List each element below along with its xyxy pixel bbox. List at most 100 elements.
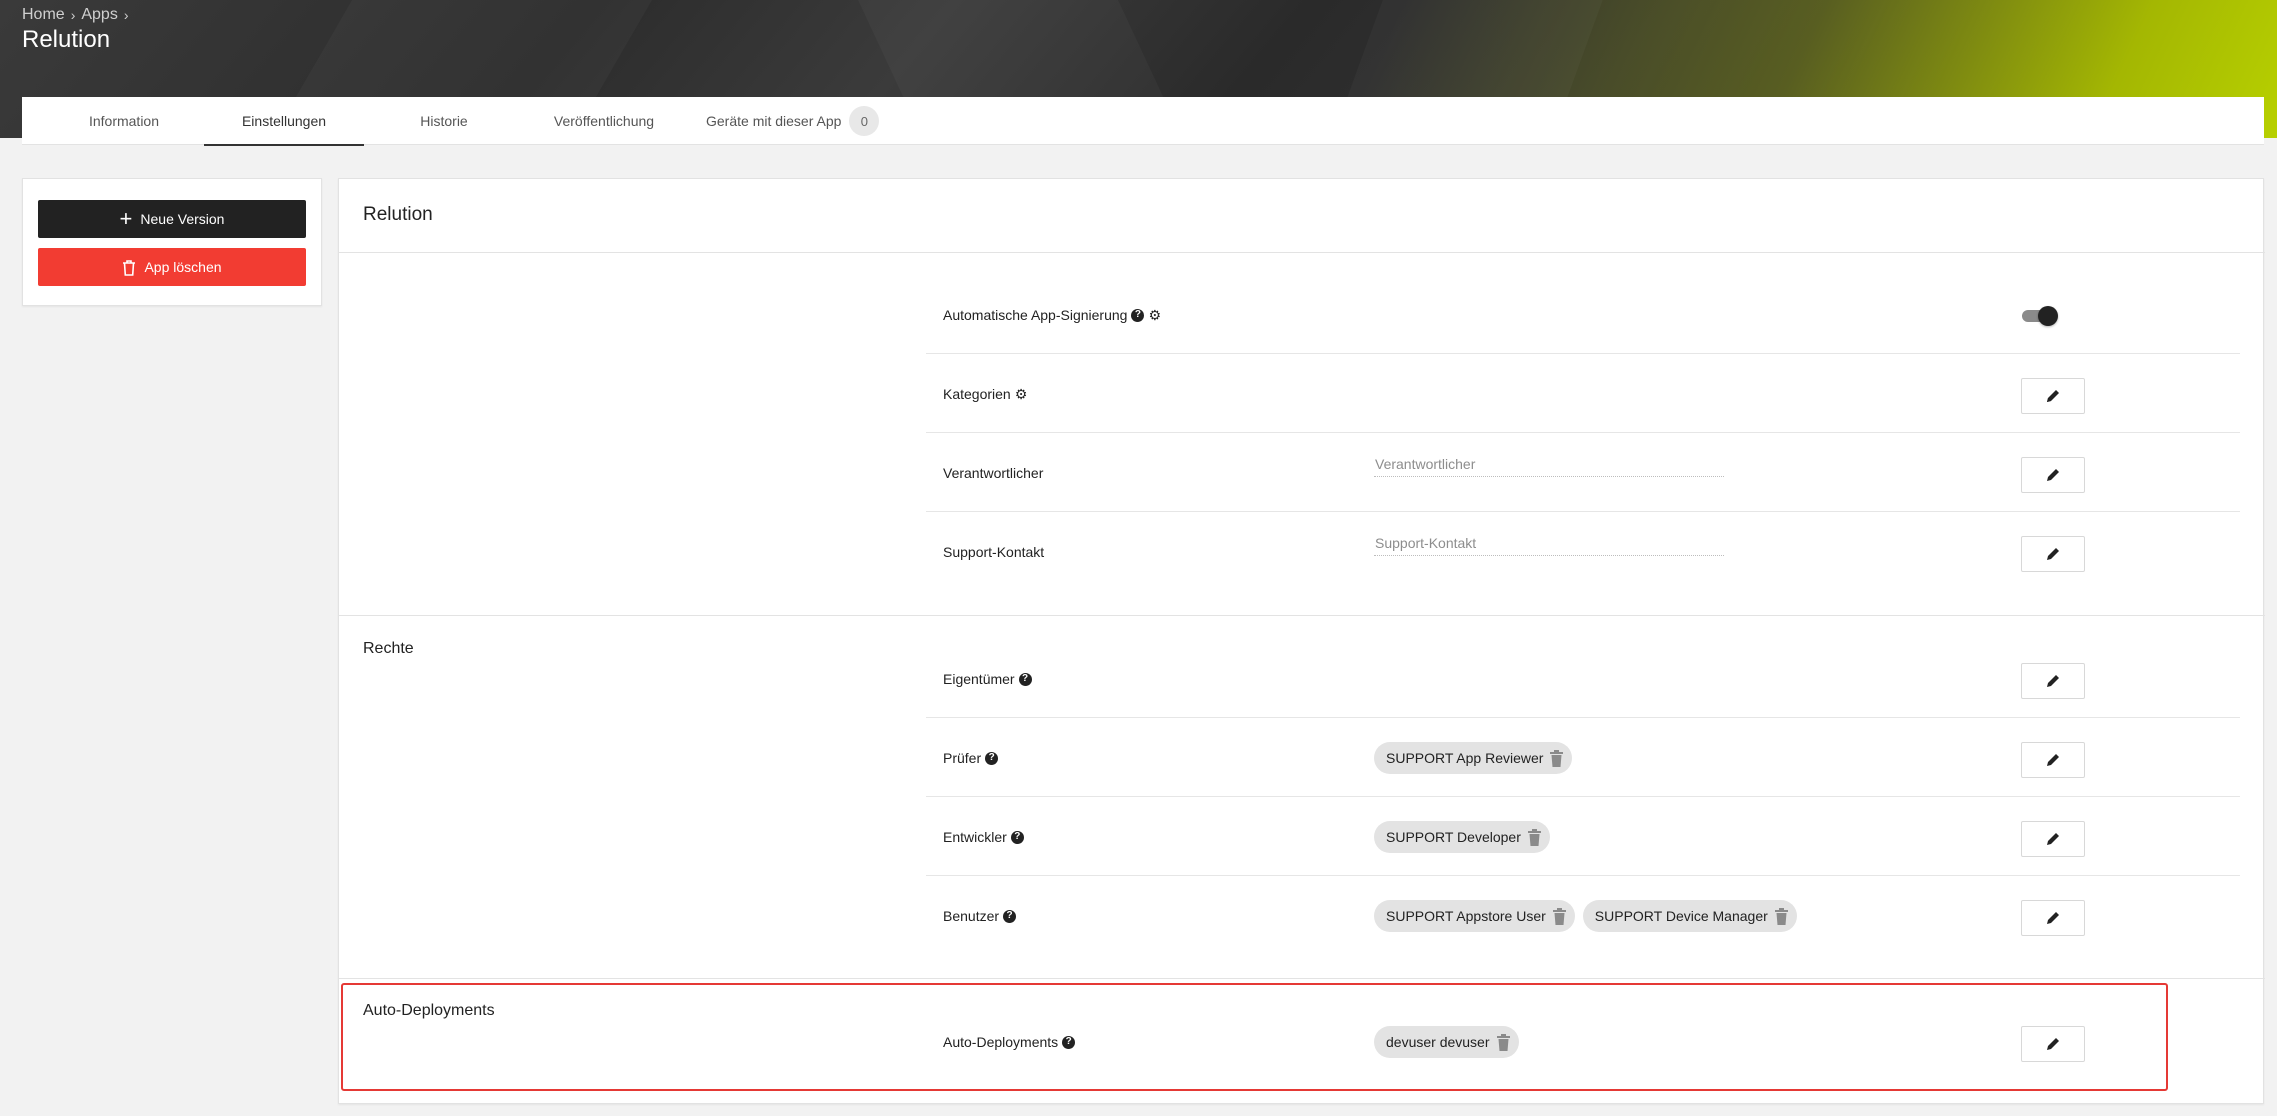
- tab-label: Geräte mit dieser App: [706, 113, 842, 129]
- chevron-right-icon: ›: [123, 7, 129, 23]
- page-title: Relution: [22, 26, 111, 53]
- pencil-icon: [2047, 390, 2059, 402]
- pencil-icon: [2047, 1038, 2059, 1050]
- plus-icon: +: [119, 206, 133, 231]
- help-icon[interactable]: ?: [1018, 672, 1032, 686]
- owner-row: Eigentümer ?: [943, 669, 1032, 689]
- user-chips: SUPPORT Appstore User SUPPORT Device Man…: [1374, 900, 1797, 932]
- support-input[interactable]: [1374, 530, 1724, 556]
- pencil-icon: [2047, 548, 2059, 560]
- auto-signing-label: Automatische App-Signierung: [943, 307, 1128, 323]
- row-divider: [926, 717, 2240, 718]
- user-chip: devuser devuser: [1374, 1026, 1519, 1058]
- actions-panel: + Neue Version App löschen: [22, 178, 322, 306]
- breadcrumb: Home › Apps ›: [22, 6, 129, 24]
- row-divider: [926, 353, 2240, 354]
- auto-signing-toggle[interactable]: [2020, 304, 2060, 328]
- support-row: Support-Kontakt: [943, 542, 1044, 562]
- tab-label: Historie: [420, 113, 468, 129]
- responsible-input[interactable]: [1374, 451, 1724, 477]
- trash-icon: [123, 259, 136, 276]
- developer-row: Entwickler ?: [943, 827, 1024, 847]
- categories-label: Kategorien: [943, 386, 1011, 402]
- trash-icon[interactable]: [1774, 907, 1789, 925]
- tab-veroeffentlichung[interactable]: Veröffentlichung: [524, 97, 684, 145]
- edit-responsible-button[interactable]: [2021, 457, 2085, 493]
- row-divider: [926, 511, 2240, 512]
- tab-historie[interactable]: Historie: [364, 97, 524, 145]
- row-divider: [926, 796, 2240, 797]
- delete-app-label: App löschen: [144, 259, 222, 275]
- breadcrumb-apps[interactable]: Apps: [81, 6, 117, 24]
- support-label: Support-Kontakt: [943, 544, 1045, 560]
- chip-label: SUPPORT Developer: [1386, 829, 1521, 845]
- help-icon[interactable]: ?: [1010, 830, 1024, 844]
- auto-deployments-row: Auto-Deployments ?: [943, 1032, 1076, 1052]
- help-icon[interactable]: ?: [1062, 1035, 1076, 1049]
- auto-deployments-section-title: Auto-Deployments: [363, 1002, 495, 1019]
- rights-section-title: Rechte: [363, 640, 414, 657]
- developer-label: Entwickler: [943, 829, 1007, 845]
- row-divider: [926, 875, 2240, 876]
- auto-deployments-label: Auto-Deployments: [943, 1034, 1059, 1050]
- role-chip: SUPPORT Developer: [1374, 821, 1550, 853]
- trash-icon[interactable]: [1549, 749, 1564, 767]
- device-count-badge: 0: [849, 106, 880, 136]
- breadcrumb-home[interactable]: Home: [22, 6, 65, 24]
- edit-owner-button[interactable]: [2021, 663, 2085, 699]
- pencil-icon: [2047, 833, 2059, 845]
- chip-label: SUPPORT App Reviewer: [1386, 750, 1544, 766]
- tab-information[interactable]: Information: [44, 97, 204, 145]
- tab-bar: Information Einstellungen Historie Veröf…: [22, 97, 2264, 146]
- edit-categories-button[interactable]: [2021, 378, 2085, 414]
- gear-icon[interactable]: ⚙: [1148, 308, 1161, 322]
- trash-icon[interactable]: [1527, 828, 1542, 846]
- delete-app-button[interactable]: App löschen: [38, 248, 306, 286]
- help-icon[interactable]: ?: [1003, 909, 1017, 923]
- chip-label: devuser devuser: [1386, 1034, 1490, 1050]
- chip-label: SUPPORT Appstore User: [1386, 908, 1546, 924]
- role-chip: SUPPORT App Reviewer: [1374, 742, 1573, 774]
- reviewer-row: Prüfer ?: [943, 748, 999, 768]
- pencil-icon: [2047, 754, 2059, 766]
- edit-user-button[interactable]: [2021, 900, 2085, 936]
- edit-developer-button[interactable]: [2021, 821, 2085, 857]
- section-divider: [339, 615, 2265, 616]
- auto-signing-row: Automatische App-Signierung ? ⚙: [943, 305, 1161, 325]
- gear-icon[interactable]: ⚙: [1015, 387, 1028, 401]
- pencil-icon: [2047, 912, 2059, 924]
- responsible-row: Verantwortlicher: [943, 463, 1043, 483]
- new-version-label: Neue Version: [140, 211, 225, 227]
- auto-deployments-chips: devuser devuser: [1374, 1026, 1519, 1058]
- tab-label: Veröffentlichung: [553, 113, 655, 129]
- new-version-button[interactable]: + Neue Version: [38, 200, 306, 238]
- toggle-knob: [2038, 306, 2058, 326]
- developer-chips: SUPPORT Developer: [1374, 821, 1550, 853]
- user-row: Benutzer ?: [943, 906, 1017, 926]
- pencil-icon: [2047, 469, 2059, 481]
- owner-label: Eigentümer: [943, 671, 1015, 687]
- edit-auto-deployments-button[interactable]: [2021, 1026, 2085, 1062]
- role-chip: SUPPORT Device Manager: [1582, 900, 1797, 932]
- user-label: Benutzer: [943, 908, 1000, 924]
- edit-support-button[interactable]: [2021, 536, 2085, 572]
- reviewer-chips: SUPPORT App Reviewer: [1374, 742, 1573, 774]
- divider: [339, 252, 2265, 253]
- chip-label: SUPPORT Device Manager: [1594, 908, 1768, 924]
- section-divider: [339, 978, 2265, 979]
- tab-einstellungen[interactable]: Einstellungen: [204, 97, 364, 146]
- settings-card: Relution Automatische App-Signierung ? ⚙…: [338, 178, 2265, 1104]
- reviewer-label: Prüfer: [943, 750, 982, 766]
- help-icon[interactable]: ?: [1131, 308, 1145, 322]
- role-chip: SUPPORT Appstore User: [1374, 900, 1575, 932]
- tab-geraete[interactable]: Geräte mit dieser App 0: [684, 97, 901, 145]
- trash-icon[interactable]: [1552, 907, 1567, 925]
- tab-label: Information: [88, 113, 160, 129]
- row-divider: [926, 432, 2240, 433]
- pencil-icon: [2047, 675, 2059, 687]
- tab-label: Einstellungen: [241, 113, 327, 129]
- help-icon[interactable]: ?: [985, 751, 999, 765]
- responsible-label: Verantwortlicher: [943, 465, 1044, 481]
- edit-reviewer-button[interactable]: [2021, 742, 2085, 778]
- trash-icon[interactable]: [1496, 1033, 1511, 1051]
